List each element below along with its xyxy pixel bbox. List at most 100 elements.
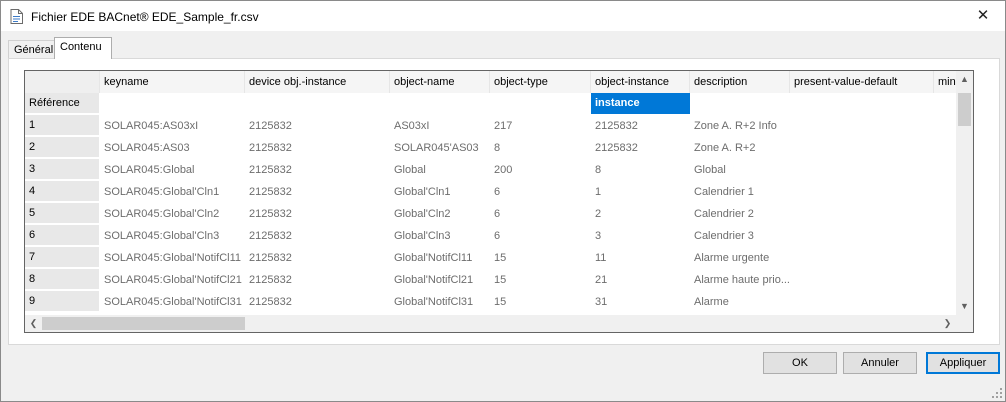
scroll-right-icon[interactable]: ❯	[939, 315, 956, 332]
cell-object-name[interactable]: Global'NotifCl21	[390, 269, 490, 291]
table-row[interactable]: 4 SOLAR045:Global'Cln1 2125832 Global'Cln1 6…	[25, 181, 973, 203]
cell-device-instance[interactable]: 2125832	[245, 269, 390, 291]
cell-object-type[interactable]: 200	[490, 159, 591, 181]
cell-description[interactable]: Calendrier 2	[690, 203, 790, 225]
column-header-device-instance[interactable]: device obj.-instance	[245, 71, 390, 93]
cell-object-instance[interactable]: 11	[591, 247, 690, 269]
cell-description[interactable]: Zone A. R+2 Info	[690, 115, 790, 137]
cell-min-pres[interactable]	[934, 181, 956, 203]
cell-object-instance[interactable]: 1	[591, 181, 690, 203]
cell-keyname[interactable]: SOLAR045:Global'Cln2	[100, 203, 245, 225]
cell-present-value-default[interactable]	[790, 203, 934, 225]
table-row[interactable]: 3 SOLAR045:Global 2125832 Global 200 8 Global	[25, 159, 973, 181]
cell-device-instance[interactable]: 2125832	[245, 115, 390, 137]
cell-min-pres[interactable]	[934, 203, 956, 225]
cell-description[interactable]: Calendrier 3	[690, 225, 790, 247]
cell-min-pres[interactable]	[934, 247, 956, 269]
table-row[interactable]: 8 SOLAR045:Global'NotifCl21 2125832 Global'…	[25, 269, 973, 291]
table-row[interactable]: 1 SOLAR045:AS03xI 2125832 AS03xI 217 2125832 Z…	[25, 115, 973, 137]
cell-object-instance[interactable]: 2125832	[591, 115, 690, 137]
table-row[interactable]: 6 SOLAR045:Global'Cln3 2125832 Global'Cln3 6…	[25, 225, 973, 247]
column-header-keyname[interactable]: keyname	[100, 71, 245, 93]
cell-device-instance[interactable]: 2125832	[245, 291, 390, 313]
cell-min-pres[interactable]	[934, 137, 956, 159]
cell-object-name[interactable]: Global'Cln2	[390, 203, 490, 225]
column-header-description[interactable]: description	[690, 71, 790, 93]
cell-object-type[interactable]: 217	[490, 115, 591, 137]
cell-device-instance[interactable]: 2125832	[245, 181, 390, 203]
cell-description[interactable]: Global	[690, 159, 790, 181]
vertical-scrollbar[interactable]: ▲ ▼	[956, 71, 973, 315]
cell-present-value-default[interactable]	[790, 115, 934, 137]
cell-object-instance[interactable]: 2	[591, 203, 690, 225]
vertical-scroll-thumb[interactable]	[958, 93, 971, 126]
row-header[interactable]: 5	[25, 203, 99, 224]
row-header[interactable]: 7	[25, 247, 99, 268]
cell-keyname[interactable]: SOLAR045:Global'NotifCl11	[100, 247, 245, 269]
table-row[interactable]: 5 SOLAR045:Global'Cln2 2125832 Global'Cln2 6…	[25, 203, 973, 225]
column-header-object-instance[interactable]: object-instance	[591, 71, 690, 93]
scroll-up-icon[interactable]: ▲	[956, 71, 973, 88]
cell-object-name[interactable]: SOLAR045'AS03	[390, 137, 490, 159]
cell-present-value-default[interactable]	[790, 137, 934, 159]
scroll-left-icon[interactable]: ❮	[25, 315, 42, 332]
cell-device-instance[interactable]: 2125832	[245, 203, 390, 225]
horizontal-scrollbar[interactable]: ❮ ❯	[25, 315, 973, 332]
row-header[interactable]: 2	[25, 137, 99, 158]
cell-object-instance[interactable]: 8	[591, 159, 690, 181]
cell-object-type[interactable]: 6	[490, 225, 591, 247]
tab-contenu[interactable]: Contenu	[54, 37, 112, 59]
cell-description[interactable]: Zone A. R+2	[690, 137, 790, 159]
cell-keyname[interactable]: SOLAR045:Global'Cln1	[100, 181, 245, 203]
horizontal-scroll-thumb[interactable]	[42, 317, 245, 330]
row-header[interactable]: 8	[25, 269, 99, 290]
cell-device-instance[interactable]: 2125832	[245, 247, 390, 269]
column-header-object-type[interactable]: object-type	[490, 71, 591, 93]
column-header-present-value-default[interactable]: present-value-default	[790, 71, 934, 93]
cell-object-type[interactable]: 15	[490, 247, 591, 269]
row-header[interactable]: 6	[25, 225, 99, 246]
cell-min-pres[interactable]	[934, 269, 956, 291]
apply-button[interactable]: Appliquer	[926, 352, 1000, 374]
scroll-down-icon[interactable]: ▼	[956, 298, 973, 315]
cell-description[interactable]: Alarme urgente	[690, 247, 790, 269]
table-row[interactable]: 7 SOLAR045:Global'NotifCl11 2125832 Global'…	[25, 247, 973, 269]
cell-keyname[interactable]: SOLAR045:AS03xI	[100, 115, 245, 137]
cell-object-name[interactable]: Global'NotifCl31	[390, 291, 490, 313]
cell-object-type[interactable]: 8	[490, 137, 591, 159]
ede-data-grid[interactable]: keyname device obj.-instance object-name…	[24, 70, 974, 333]
cell-keyname[interactable]: SOLAR045:AS03	[100, 137, 245, 159]
close-icon[interactable]: ✕	[973, 7, 993, 25]
cell-device-instance[interactable]: 2125832	[245, 159, 390, 181]
cell-object-instance[interactable]: 31	[591, 291, 690, 313]
cell-min-pres[interactable]	[934, 159, 956, 181]
cell-object-type[interactable]: 6	[490, 181, 591, 203]
column-header-min-pres[interactable]: min-pre	[934, 71, 956, 93]
cell-keyname[interactable]: SOLAR045:Global'NotifCl21	[100, 269, 245, 291]
cell-description[interactable]: Alarme haute prio...	[690, 269, 790, 291]
table-row[interactable]: 2 SOLAR045:AS03 2125832 SOLAR045'AS03 8 21258…	[25, 137, 973, 159]
cell-object-name[interactable]: Global'Cln3	[390, 225, 490, 247]
row-header[interactable]: 9	[25, 291, 99, 312]
cell-object-instance[interactable]: 2125832	[591, 137, 690, 159]
ok-button[interactable]: OK	[763, 352, 837, 374]
row-header[interactable]: 4	[25, 181, 99, 202]
tab-general[interactable]: Général	[8, 40, 56, 59]
cell-object-type[interactable]: 15	[490, 291, 591, 313]
cell-present-value-default[interactable]	[790, 269, 934, 291]
cell-min-pres[interactable]	[934, 225, 956, 247]
cell-keyname[interactable]: SOLAR045:Global'Cln3	[100, 225, 245, 247]
cell-object-type[interactable]: 15	[490, 269, 591, 291]
row-header[interactable]: 1	[25, 115, 99, 136]
row-header-reference[interactable]: Référence	[25, 93, 99, 114]
cell-object-name[interactable]: Global'NotifCl11	[390, 247, 490, 269]
reference-cell-object-instance[interactable]: instance	[591, 93, 690, 114]
cell-object-instance[interactable]: 21	[591, 269, 690, 291]
cell-object-name[interactable]: Global	[390, 159, 490, 181]
row-header[interactable]: 3	[25, 159, 99, 180]
cell-present-value-default[interactable]	[790, 225, 934, 247]
cell-description[interactable]: Alarme	[690, 291, 790, 313]
cell-object-instance[interactable]: 3	[591, 225, 690, 247]
cell-present-value-default[interactable]	[790, 181, 934, 203]
cell-keyname[interactable]: SOLAR045:Global	[100, 159, 245, 181]
